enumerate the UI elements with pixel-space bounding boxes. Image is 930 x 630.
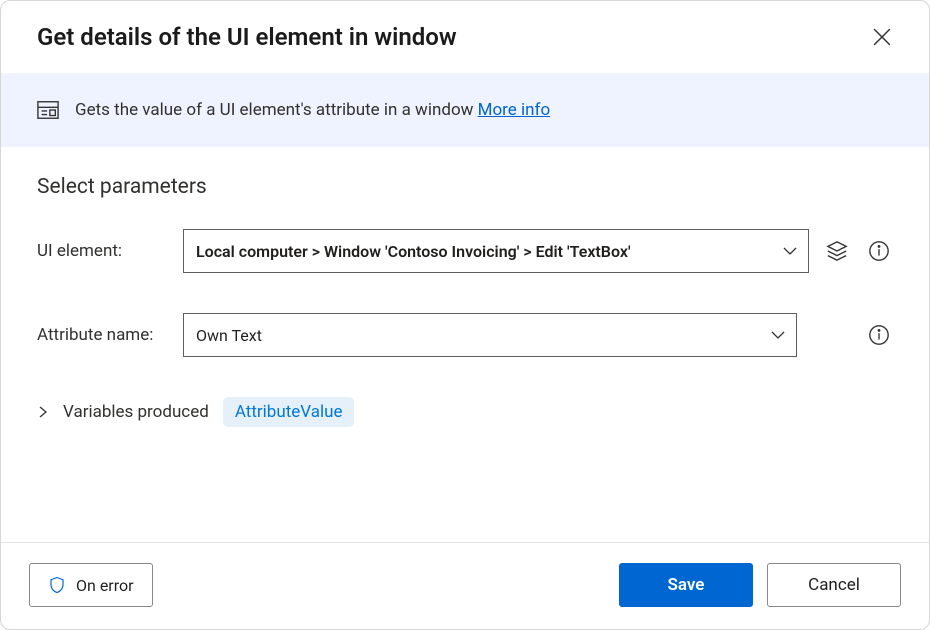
chevron-right-icon <box>37 406 49 418</box>
save-button[interactable]: Save <box>619 563 753 607</box>
dialog-header: Get details of the UI element in window <box>1 1 929 73</box>
cancel-button[interactable]: Cancel <box>767 563 901 607</box>
footer-actions: Save Cancel <box>619 563 901 607</box>
parameters-section: Select parameters UI element: Local comp… <box>1 147 929 542</box>
variable-badge[interactable]: AttributeValue <box>223 397 355 427</box>
on-error-button[interactable]: On error <box>29 563 153 607</box>
dialog-footer: On error Save Cancel <box>1 542 929 629</box>
attribute-dropdown[interactable]: Own Text <box>183 313 797 357</box>
chevron-down-icon <box>782 243 798 259</box>
ui-element-picker-button[interactable] <box>823 237 851 265</box>
info-banner: Gets the value of a UI element's attribu… <box>1 73 929 147</box>
info-description: Gets the value of a UI element's attribu… <box>75 100 478 120</box>
variables-produced-row[interactable]: Variables produced AttributeValue <box>37 397 893 427</box>
dialog-title: Get details of the UI element in window <box>37 23 457 51</box>
attribute-row: Attribute name: Own Text <box>37 313 893 357</box>
on-error-label: On error <box>76 576 134 595</box>
attribute-info-button[interactable] <box>865 321 893 349</box>
ui-element-value: Local computer > Window 'Contoso Invoici… <box>196 242 631 261</box>
attribute-label: Attribute name: <box>37 325 169 345</box>
ui-element-dropdown[interactable]: Local computer > Window 'Contoso Invoici… <box>183 229 809 273</box>
ui-element-row: UI element: Local computer > Window 'Con… <box>37 229 893 273</box>
variables-label: Variables produced <box>63 402 209 422</box>
close-button[interactable] <box>869 24 895 50</box>
action-details-icon <box>37 99 59 121</box>
chevron-down-icon <box>770 327 786 343</box>
info-icon <box>868 324 890 346</box>
stack-icon <box>826 240 848 262</box>
close-icon <box>873 28 891 46</box>
section-title: Select parameters <box>37 175 893 199</box>
more-info-link[interactable]: More info <box>478 100 551 120</box>
info-icon <box>868 240 890 262</box>
ui-element-label: UI element: <box>37 241 169 261</box>
ui-element-info-button[interactable] <box>865 237 893 265</box>
attribute-value: Own Text <box>196 326 262 345</box>
info-text: Gets the value of a UI element's attribu… <box>75 100 550 120</box>
dialog-window: Get details of the UI element in window … <box>0 0 930 630</box>
shield-icon <box>48 576 66 594</box>
